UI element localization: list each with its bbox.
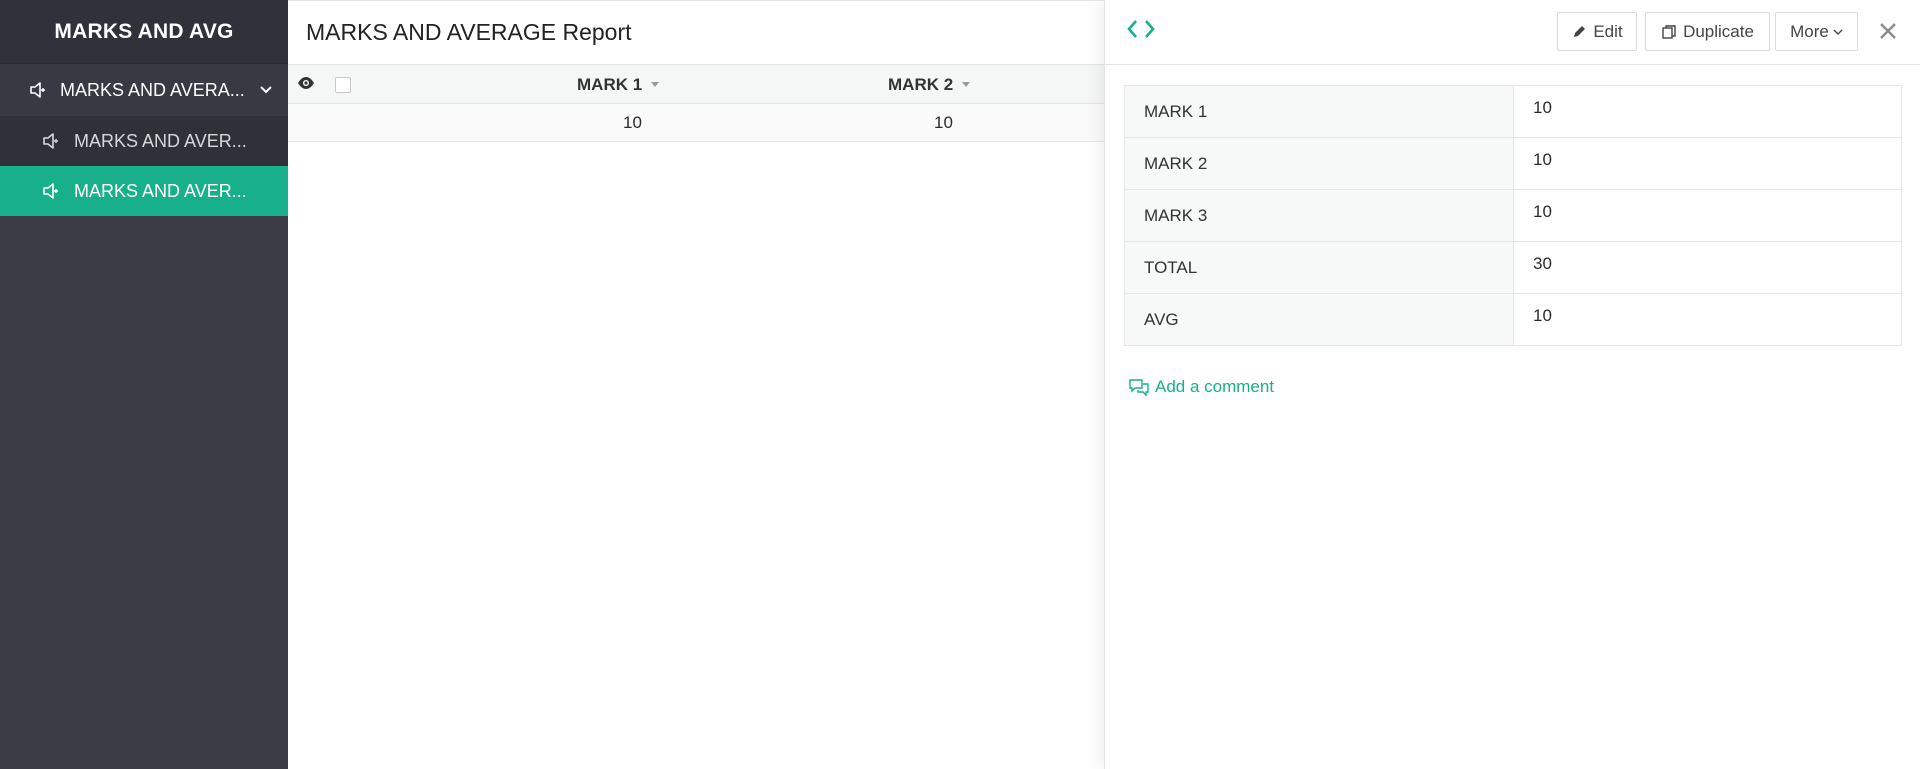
sidebar-item-label: MARKS AND AVER... [74,130,247,151]
detail-row: MARK 2 10 [1124,137,1902,190]
column-header-label: MARK 2 [888,74,954,94]
duplicate-button[interactable]: Duplicate [1645,12,1770,51]
detail-field-value: 10 [1513,137,1902,190]
detail-row: TOTAL 30 [1124,241,1902,294]
record-detail-table: MARK 1 10 MARK 2 10 MARK 3 10 TOTAL 30 A… [1124,85,1902,346]
detail-field-value: 10 [1513,189,1902,242]
detail-field-value: 30 [1513,241,1902,294]
sidebar: MARKS AND AVG MARKS AND AVERA... MARKS A… [0,0,288,769]
app-title: MARKS AND AVG [0,0,288,64]
duplicate-button-label: Duplicate [1683,21,1754,41]
panel-header: Edit Duplicate More [1105,0,1920,65]
detail-field-label: TOTAL [1124,241,1514,294]
record-detail-panel: Edit Duplicate More MARK 1 10 MARK 2 10 … [1104,0,1920,769]
chevron-down-icon [1833,28,1843,36]
app: MARKS AND AVG MARKS AND AVERA... MARKS A… [0,0,1920,769]
detail-row: MARK 3 10 [1124,189,1902,242]
speaker-icon [41,182,61,200]
detail-field-value: 10 [1513,293,1902,346]
chevron-down-icon[interactable] [258,82,274,98]
report-area: MARKS AND AVERAGE Report MARK 1 MARK 2 1… [288,0,1104,769]
sidebar-group-marks-and-average[interactable]: MARKS AND AVERA... [0,64,288,116]
next-record-icon[interactable] [1143,18,1157,45]
edit-button[interactable]: Edit [1557,12,1637,51]
column-header-mark-2[interactable]: MARK 2 [888,65,971,104]
detail-field-value: 10 [1513,85,1902,138]
sidebar-group-label: MARKS AND AVERA... [60,79,245,100]
pencil-icon [1571,24,1587,40]
prev-record-icon[interactable] [1125,18,1139,45]
sort-caret-icon [651,82,660,87]
sidebar-item-marks-and-average-2[interactable]: MARKS AND AVER... [0,166,288,216]
page-title: MARKS AND AVERAGE Report [288,1,1104,65]
sidebar-item-marks-and-average-1[interactable]: MARKS AND AVER... [0,116,288,166]
table-cell: 10 [934,113,953,132]
column-header-mark-1[interactable]: MARK 1 [577,65,660,104]
grid-header: MARK 1 MARK 2 [288,65,1104,104]
detail-field-label: MARK 1 [1124,85,1514,138]
sidebar-item-label: MARKS AND AVER... [74,180,247,201]
table-row[interactable]: 10 10 [288,104,1104,142]
more-button[interactable]: More [1775,12,1858,51]
speaker-icon [28,81,48,99]
detail-field-label: AVG [1124,293,1514,346]
column-header-label: MARK 1 [577,74,643,94]
sort-caret-icon [962,82,971,87]
detail-field-label: MARK 2 [1124,137,1514,190]
edit-button-label: Edit [1593,21,1623,41]
table-cell: 10 [623,113,642,132]
eye-icon[interactable] [297,76,315,90]
comment-icon [1129,378,1149,397]
speaker-icon [41,132,61,150]
duplicate-icon [1661,24,1677,40]
detail-row: AVG 10 [1124,293,1902,346]
record-nav [1125,18,1159,44]
close-icon[interactable] [1879,22,1897,40]
more-button-label: More [1790,21,1829,41]
add-comment-label: Add a comment [1155,377,1275,396]
select-all-checkbox[interactable] [335,77,351,93]
add-comment-link[interactable]: Add a comment [1129,377,1274,397]
detail-field-label: MARK 3 [1124,189,1514,242]
detail-row: MARK 1 10 [1124,85,1902,138]
